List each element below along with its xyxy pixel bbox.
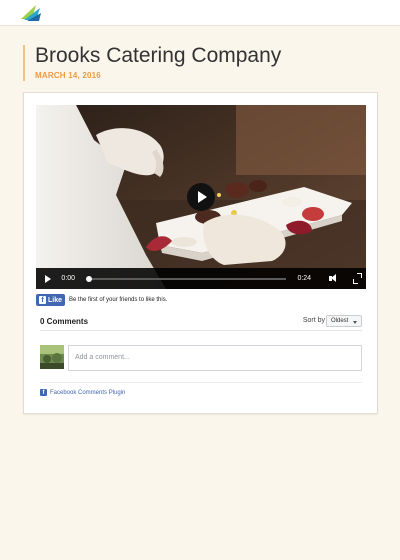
sort-label: Sort by: [302, 317, 325, 324]
comments-header: 0 Comments Sort by Oldest: [40, 313, 362, 331]
avatar-image: [40, 345, 64, 369]
total-time: 0:24: [297, 275, 312, 282]
progress-knob[interactable]: [85, 275, 92, 282]
volume-icon[interactable]: [327, 268, 343, 289]
post-date: MARCH 14, 2016: [35, 71, 101, 80]
avatar: [40, 345, 64, 369]
sort-value: Oldest: [331, 318, 349, 324]
post-header: Brooks Catering Company MARCH 14, 2016: [23, 44, 383, 81]
post-card: 0:00 0:24 f Like Be the first of your fr…: [23, 92, 378, 414]
video-player[interactable]: 0:00 0:24: [36, 105, 366, 289]
like-social-text: Be the first of your friends to like thi…: [69, 297, 168, 303]
sort-dropdown[interactable]: Oldest: [326, 315, 362, 327]
plugin-label: Facebook Comments Plugin: [50, 389, 126, 396]
current-time: 0:00: [61, 275, 76, 282]
comment-input[interactable]: Add a comment...: [68, 345, 362, 371]
divider: [40, 382, 362, 383]
comment-count: 0 Comments: [40, 317, 89, 326]
video-controls: 0:00 0:24: [36, 268, 366, 289]
facebook-icon: f: [40, 389, 47, 396]
top-bar: [0, 0, 400, 26]
progress-bar[interactable]: [85, 275, 287, 282]
like-button-label: Like: [48, 296, 63, 304]
like-button[interactable]: f Like: [36, 294, 66, 306]
facebook-like-row: f Like Be the first of your friends to l…: [36, 294, 167, 306]
play-icon[interactable]: [187, 183, 215, 211]
facebook-icon: f: [39, 296, 46, 304]
facebook-comments-plugin-link[interactable]: f Facebook Comments Plugin: [40, 389, 125, 396]
page-title: Brooks Catering Company: [35, 44, 282, 67]
fullscreen-icon[interactable]: [350, 268, 366, 289]
play-control-icon[interactable]: [36, 268, 57, 289]
brand-logo-icon[interactable]: [20, 4, 42, 22]
